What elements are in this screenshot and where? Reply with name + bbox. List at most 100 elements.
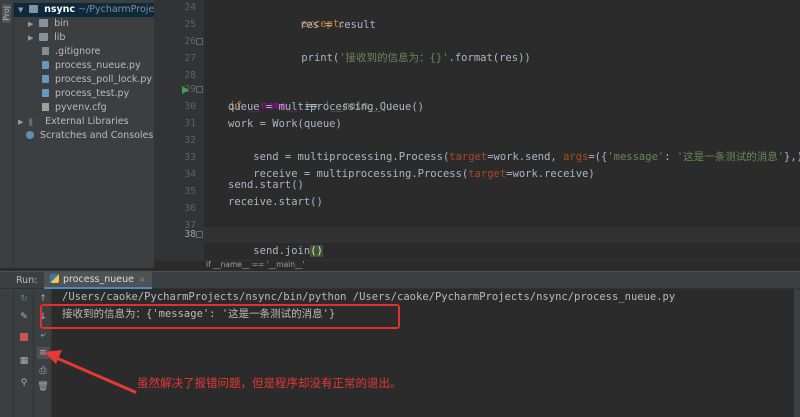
chevron-down-icon[interactable]: ▼: [18, 3, 26, 17]
soft-wrap-icon[interactable]: ⤶: [37, 329, 49, 341]
tree-item-pyvenv-cfg[interactable]: pyvenv.cfg: [42, 101, 107, 115]
fold-marker-icon[interactable]: [196, 86, 203, 93]
line-number: 35: [184, 186, 196, 197]
scroll-to-end-icon[interactable]: ≡: [37, 347, 49, 359]
run-tab-process-nueue[interactable]: process_nueue ×: [44, 272, 152, 289]
left-tool-strip: [0, 289, 14, 417]
line-number: 26: [184, 36, 196, 47]
fold-marker-icon[interactable]: [196, 231, 203, 238]
tree-item-label: External Libraries: [45, 116, 129, 127]
code-line-32: send = multiprocessing.Process(target=wo…: [228, 133, 800, 163]
code-line-24: except:: [276, 0, 345, 30]
root-name: nsync: [44, 4, 76, 15]
line-number: 24: [184, 2, 196, 13]
code-token: :: [664, 151, 677, 163]
line-number: 29: [184, 84, 196, 95]
folder-icon: [29, 5, 39, 13]
tree-item-label: pyvenv.cfg: [55, 102, 107, 113]
annotation-text: 虽然解决了报错问题，但是程序却没有正常的退出。: [137, 376, 402, 390]
line-number: 30: [184, 101, 196, 112]
print-icon[interactable]: ⎙: [37, 365, 49, 377]
string-token: '接收到的信息为：{}': [339, 52, 449, 64]
code-line-29: if __name__ == '__main__':: [204, 82, 393, 112]
breadcrumb[interactable]: if __name__ == '__main__': [206, 260, 305, 269]
chevron-right-icon[interactable]: ▶: [28, 31, 36, 45]
tree-item-label: bin: [54, 18, 69, 29]
trash-icon[interactable]: 🗑: [37, 381, 49, 393]
python-icon: [50, 274, 59, 283]
line-number: 25: [184, 19, 196, 30]
python-file-icon: [42, 61, 49, 69]
code-line-35: send.start(): [228, 179, 304, 191]
code-line-30: queue = multiprocessing.Queue(): [228, 101, 424, 113]
close-icon[interactable]: ×: [139, 275, 146, 284]
param-token: target: [468, 168, 507, 180]
editor-breadcrumb-bar: if __name__ == '__main__': [154, 260, 800, 270]
python-file-icon: [42, 89, 49, 97]
code-token: .format(res)): [448, 52, 531, 64]
line-number: 32: [184, 135, 196, 146]
tree-item-bin[interactable]: ▶ bin: [28, 17, 69, 31]
project-tool-strip: Proj: [0, 0, 14, 268]
code-line-25: res = result: [300, 19, 376, 31]
code-token: =work.receive): [506, 168, 595, 180]
run-gutter-icon[interactable]: [182, 86, 189, 94]
fold-marker-icon[interactable]: [196, 38, 203, 45]
string-token: '这是一条测试的消息': [676, 151, 785, 163]
config-file-icon: [42, 103, 49, 111]
python-file-icon: [42, 75, 49, 83]
line-number: 31: [184, 118, 196, 129]
string-token: 'message': [607, 151, 665, 163]
tree-item-label: process_test.py: [55, 88, 130, 99]
rerun-icon[interactable]: ↻: [18, 293, 30, 305]
tree-item-label: process_nueue.py: [55, 60, 141, 71]
code-line-38: send.join(): [228, 227, 323, 257]
matched-paren-token: (): [310, 245, 323, 257]
tree-item-label: lib: [54, 32, 66, 43]
tree-item-label: process_poll_lock.py: [55, 74, 153, 85]
code-line-26: print('接收到的信息为：{}'.format(res)): [276, 34, 530, 64]
run-toolbar-primary: ↻ ✎ ▦ ⚲: [14, 289, 34, 417]
line-number-current: 38: [184, 229, 196, 240]
tree-root-nsync[interactable]: ▼ nsync ~/PycharmProjects: [14, 3, 154, 17]
console-command-line: /Users/caoke/PycharmProjects/nsync/bin/p…: [62, 291, 676, 303]
tree-item-scratches[interactable]: Scratches and Consoles: [26, 129, 153, 143]
tree-item-lib[interactable]: ▶ lib: [28, 31, 65, 45]
code-token: print(: [301, 52, 340, 64]
tree-item-process-test[interactable]: process_test.py: [42, 87, 129, 101]
code-line-36: receive.start(): [228, 196, 323, 208]
run-tab-label: process_nueue: [63, 274, 135, 285]
line-number: 34: [184, 169, 196, 180]
code-line-33: receive = multiprocessing.Process(target…: [228, 150, 594, 180]
run-panel-label: Run:: [16, 275, 38, 286]
tree-item-label: .gitignore: [55, 46, 101, 57]
project-tree-panel: ▼ nsync ~/PycharmProjects ▶ bin ▶ lib .g…: [14, 0, 154, 268]
tree-item-label: Scratches and Consoles: [40, 130, 154, 141]
line-number: 36: [184, 203, 196, 214]
folder-icon: [39, 33, 49, 41]
editor-gutter: 24 25 26 27 28 29 30 31 32 33 34 35 36 3…: [154, 0, 204, 260]
project-tool-tab[interactable]: Proj: [2, 4, 11, 23]
tree-item-gitignore[interactable]: .gitignore: [42, 45, 101, 59]
console-scrollbar[interactable]: [794, 289, 800, 417]
chevron-right-icon[interactable]: ▶: [18, 115, 26, 129]
library-icon: ⫼: [29, 118, 33, 127]
tree-item-process-poll-lock[interactable]: process_poll_lock.py: [42, 73, 152, 87]
code-editor[interactable]: except: res = result print('接收到的信息为：{}'.…: [204, 0, 800, 260]
pin-icon[interactable]: ⚲: [18, 377, 30, 389]
line-number: 33: [184, 152, 196, 163]
code-token: },)): [784, 151, 800, 163]
gitignore-file-icon: [42, 47, 49, 55]
wrench-icon[interactable]: ✎: [18, 311, 30, 323]
code-line-31: work = Work(queue): [228, 118, 342, 130]
chevron-right-icon[interactable]: ▶: [28, 17, 36, 31]
tree-item-external-libraries[interactable]: ▶ ⫼ External Libraries: [18, 115, 129, 129]
line-number: 27: [184, 53, 196, 64]
code-token: send.join: [253, 245, 311, 257]
layout-icon[interactable]: ▦: [18, 355, 30, 367]
highlight-box: [40, 304, 400, 329]
tree-item-process-nueue[interactable]: process_nueue.py: [42, 59, 141, 73]
folder-icon: [39, 19, 49, 27]
root-path: ~/PycharmProjects: [78, 4, 154, 15]
stop-icon[interactable]: [18, 333, 30, 345]
